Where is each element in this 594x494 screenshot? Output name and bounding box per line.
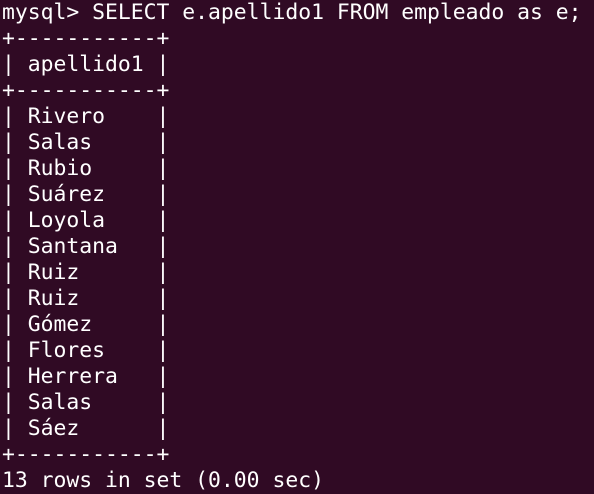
table-row: | Flores |: [2, 338, 170, 363]
table-row: | Loyola |: [2, 208, 170, 233]
table-row: | Ruiz |: [2, 286, 170, 311]
table-border-header: +-----------+: [2, 78, 170, 103]
table-row: | Rivero |: [2, 104, 170, 129]
table-row: | Salas |: [2, 390, 170, 415]
table-header-row: | apellido1 |: [2, 52, 170, 77]
table-row: | Sáez |: [2, 416, 170, 441]
result-summary: 13 rows in set (0.00 sec): [2, 468, 324, 493]
command-line: mysql> SELECT e.apellido1 FROM empleado …: [2, 0, 582, 25]
table-row: | Ruiz |: [2, 260, 170, 285]
table-border-top: +-----------+: [2, 26, 170, 51]
table-border-bottom: +-----------+: [2, 442, 170, 467]
table-row: | Rubio |: [2, 156, 170, 181]
table-row: | Suárez |: [2, 182, 170, 207]
table-row: | Herrera |: [2, 364, 170, 389]
table-row: | Salas |: [2, 130, 170, 155]
terminal-window[interactable]: mysql> SELECT e.apellido1 FROM empleado …: [0, 0, 594, 493]
table-row: | Gómez |: [2, 312, 170, 337]
table-row: | Santana |: [2, 234, 170, 259]
